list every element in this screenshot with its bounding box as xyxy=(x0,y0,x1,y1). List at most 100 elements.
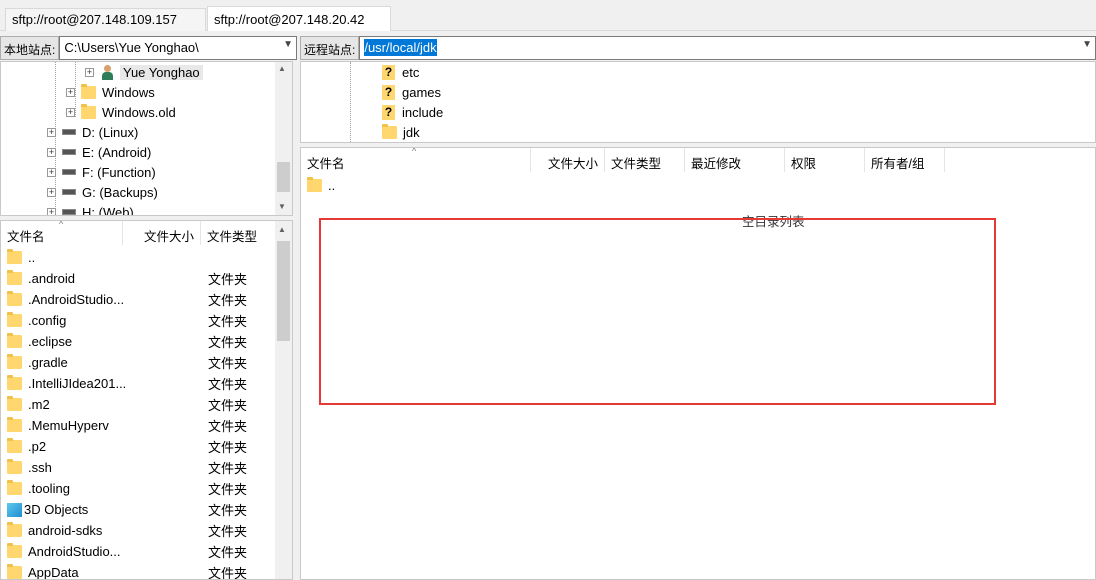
folder-icon xyxy=(7,396,22,411)
tree-item-label: F: (Function) xyxy=(82,164,156,180)
local-site-label: 本地站点: xyxy=(0,36,60,60)
column-header-name[interactable]: 文件名 xyxy=(301,148,531,172)
chevron-down-icon[interactable]: ▼ xyxy=(1082,39,1092,50)
column-header-size[interactable]: 文件大小 xyxy=(531,148,605,172)
file-name: .android xyxy=(28,271,75,286)
unknown-folder-icon: ? xyxy=(382,84,395,100)
list-item[interactable]: .MemuHyperv 文件夹 xyxy=(1,415,292,436)
3d-objects-icon xyxy=(7,502,22,517)
list-item[interactable]: .android 文件夹 xyxy=(1,268,292,289)
tree-item-drive-d[interactable]: + D: (Linux) xyxy=(47,122,138,142)
file-type: 文件夹 xyxy=(208,503,248,518)
file-type: 文件夹 xyxy=(208,293,248,308)
folder-icon xyxy=(7,312,22,327)
tab-sftp-2[interactable]: sftp://root@207.148.20.42 xyxy=(207,6,391,31)
tree-item-include[interactable]: ? include xyxy=(382,102,443,122)
tree-item-etc[interactable]: ? etc xyxy=(382,62,419,82)
tree-item-windows[interactable]: + Windows xyxy=(66,82,155,102)
list-item[interactable]: .IntelliJIdea201... 文件夹 xyxy=(1,373,292,394)
tree-item-drive-g[interactable]: + G: (Backups) xyxy=(47,182,158,202)
list-item[interactable]: .eclipse 文件夹 xyxy=(1,331,292,352)
tree-item-drive-e[interactable]: + E: (Android) xyxy=(47,142,151,162)
expand-icon[interactable]: + xyxy=(47,207,56,215)
tree-item-drive-h[interactable]: + H: (Web) xyxy=(47,202,134,215)
tree-item-label: Windows xyxy=(102,84,155,100)
folder-icon xyxy=(7,249,22,264)
folder-icon xyxy=(7,564,22,579)
expand-icon[interactable]: + xyxy=(66,87,75,97)
scroll-up-icon[interactable]: ▲ xyxy=(278,225,286,234)
tree-item-jdk[interactable]: jdk xyxy=(382,122,420,142)
tree-item-windows-old[interactable]: + Windows.old xyxy=(66,102,176,122)
list-item[interactable]: .gradle 文件夹 xyxy=(1,352,292,373)
column-header-name[interactable]: 文件名 xyxy=(1,221,123,245)
folder-icon xyxy=(7,417,22,432)
expand-icon[interactable]: + xyxy=(47,147,56,157)
column-header-modified[interactable]: 最近修改 xyxy=(685,148,785,172)
file-name: .config xyxy=(28,313,67,328)
list-item[interactable]: android-sdks 文件夹 xyxy=(1,520,292,541)
file-name-cell: 3D Objects xyxy=(7,502,88,517)
local-directory-tree: + Yue Yonghao + Windows + Windows.old + … xyxy=(0,61,293,216)
tree-item-label: E: (Android) xyxy=(82,144,152,160)
list-item[interactable]: .. xyxy=(301,175,1095,196)
column-header-owner[interactable]: 所有者/组 xyxy=(865,148,945,172)
list-item[interactable]: AppData 文件夹 xyxy=(1,562,292,580)
file-name-cell: .AndroidStudio... xyxy=(7,291,124,307)
local-path-input[interactable]: C:\Users\Yue Yonghao\ ▼ xyxy=(59,36,297,60)
file-name-cell: .ssh xyxy=(7,459,52,475)
column-header-type[interactable]: 文件类型 xyxy=(201,221,276,245)
column-header-type[interactable]: 文件类型 xyxy=(605,148,685,172)
file-name-cell: .android xyxy=(7,270,75,286)
list-item[interactable]: .tooling 文件夹 xyxy=(1,478,292,499)
file-type: 文件夹 xyxy=(208,566,248,580)
file-type: 文件夹 xyxy=(208,461,248,476)
column-header-permissions[interactable]: 权限 xyxy=(785,148,865,172)
scroll-up-icon[interactable]: ▲ xyxy=(278,64,286,73)
list-item[interactable]: .p2 文件夹 xyxy=(1,436,292,457)
scroll-thumb[interactable] xyxy=(277,162,290,192)
file-name-cell: .MemuHyperv xyxy=(7,417,109,433)
highlight-annotation-box xyxy=(319,218,996,405)
file-name: AndroidStudio... xyxy=(28,544,121,559)
unknown-folder-icon: ? xyxy=(382,104,395,120)
expand-icon[interactable]: + xyxy=(47,187,56,197)
tree-item-drive-f[interactable]: + F: (Function) xyxy=(47,162,156,182)
file-name: .. xyxy=(328,178,336,193)
list-item[interactable]: .AndroidStudio... 文件夹 xyxy=(1,289,292,310)
expand-icon[interactable]: + xyxy=(47,167,56,177)
file-name: .eclipse xyxy=(28,334,73,349)
chevron-down-icon[interactable]: ▼ xyxy=(283,39,293,50)
tree-item-user[interactable]: + Yue Yonghao xyxy=(85,62,203,82)
list-item[interactable]: .m2 文件夹 xyxy=(1,394,292,415)
tab-bar: sftp://root@207.148.109.157 sftp://root@… xyxy=(0,0,1096,31)
file-name-cell: AndroidStudio... xyxy=(7,543,121,559)
local-path-text: C:\Users\Yue Yonghao\ xyxy=(64,40,199,55)
list-item[interactable]: 3D Objects 文件夹 xyxy=(1,499,292,520)
file-name-cell: .config xyxy=(7,312,67,328)
file-name-cell: .p2 xyxy=(7,438,46,454)
expand-icon[interactable]: + xyxy=(47,127,56,137)
list-item[interactable]: .config 文件夹 xyxy=(1,310,292,331)
file-type: 文件夹 xyxy=(208,335,248,350)
expand-icon[interactable]: + xyxy=(85,67,94,77)
tab-sftp-1[interactable]: sftp://root@207.148.109.157 xyxy=(5,8,206,31)
tree-item-label: D: (Linux) xyxy=(82,124,139,140)
column-header-size[interactable]: 文件大小 xyxy=(123,221,201,245)
list-item[interactable]: .. xyxy=(1,247,292,268)
file-type: 文件夹 xyxy=(208,377,248,392)
list-item[interactable]: AndroidStudio... 文件夹 xyxy=(1,541,292,562)
tree-item-games[interactable]: ? games xyxy=(382,82,441,102)
expand-icon[interactable]: + xyxy=(66,107,75,117)
folder-icon xyxy=(81,83,96,99)
file-name-cell: .gradle xyxy=(7,354,68,370)
scroll-thumb[interactable] xyxy=(277,241,290,341)
scroll-down-icon[interactable]: ▼ xyxy=(278,202,286,211)
local-tree-scrollbar[interactable]: ▲ ▼ xyxy=(275,62,292,215)
local-list-scrollbar[interactable]: ▲ xyxy=(275,221,292,579)
tree-item-label: jdk xyxy=(403,124,420,140)
list-item[interactable]: .ssh 文件夹 xyxy=(1,457,292,478)
user-icon xyxy=(100,64,114,80)
file-type: 文件夹 xyxy=(208,440,248,455)
remote-path-input[interactable]: /usr/local/jdk ▼ xyxy=(359,36,1096,60)
